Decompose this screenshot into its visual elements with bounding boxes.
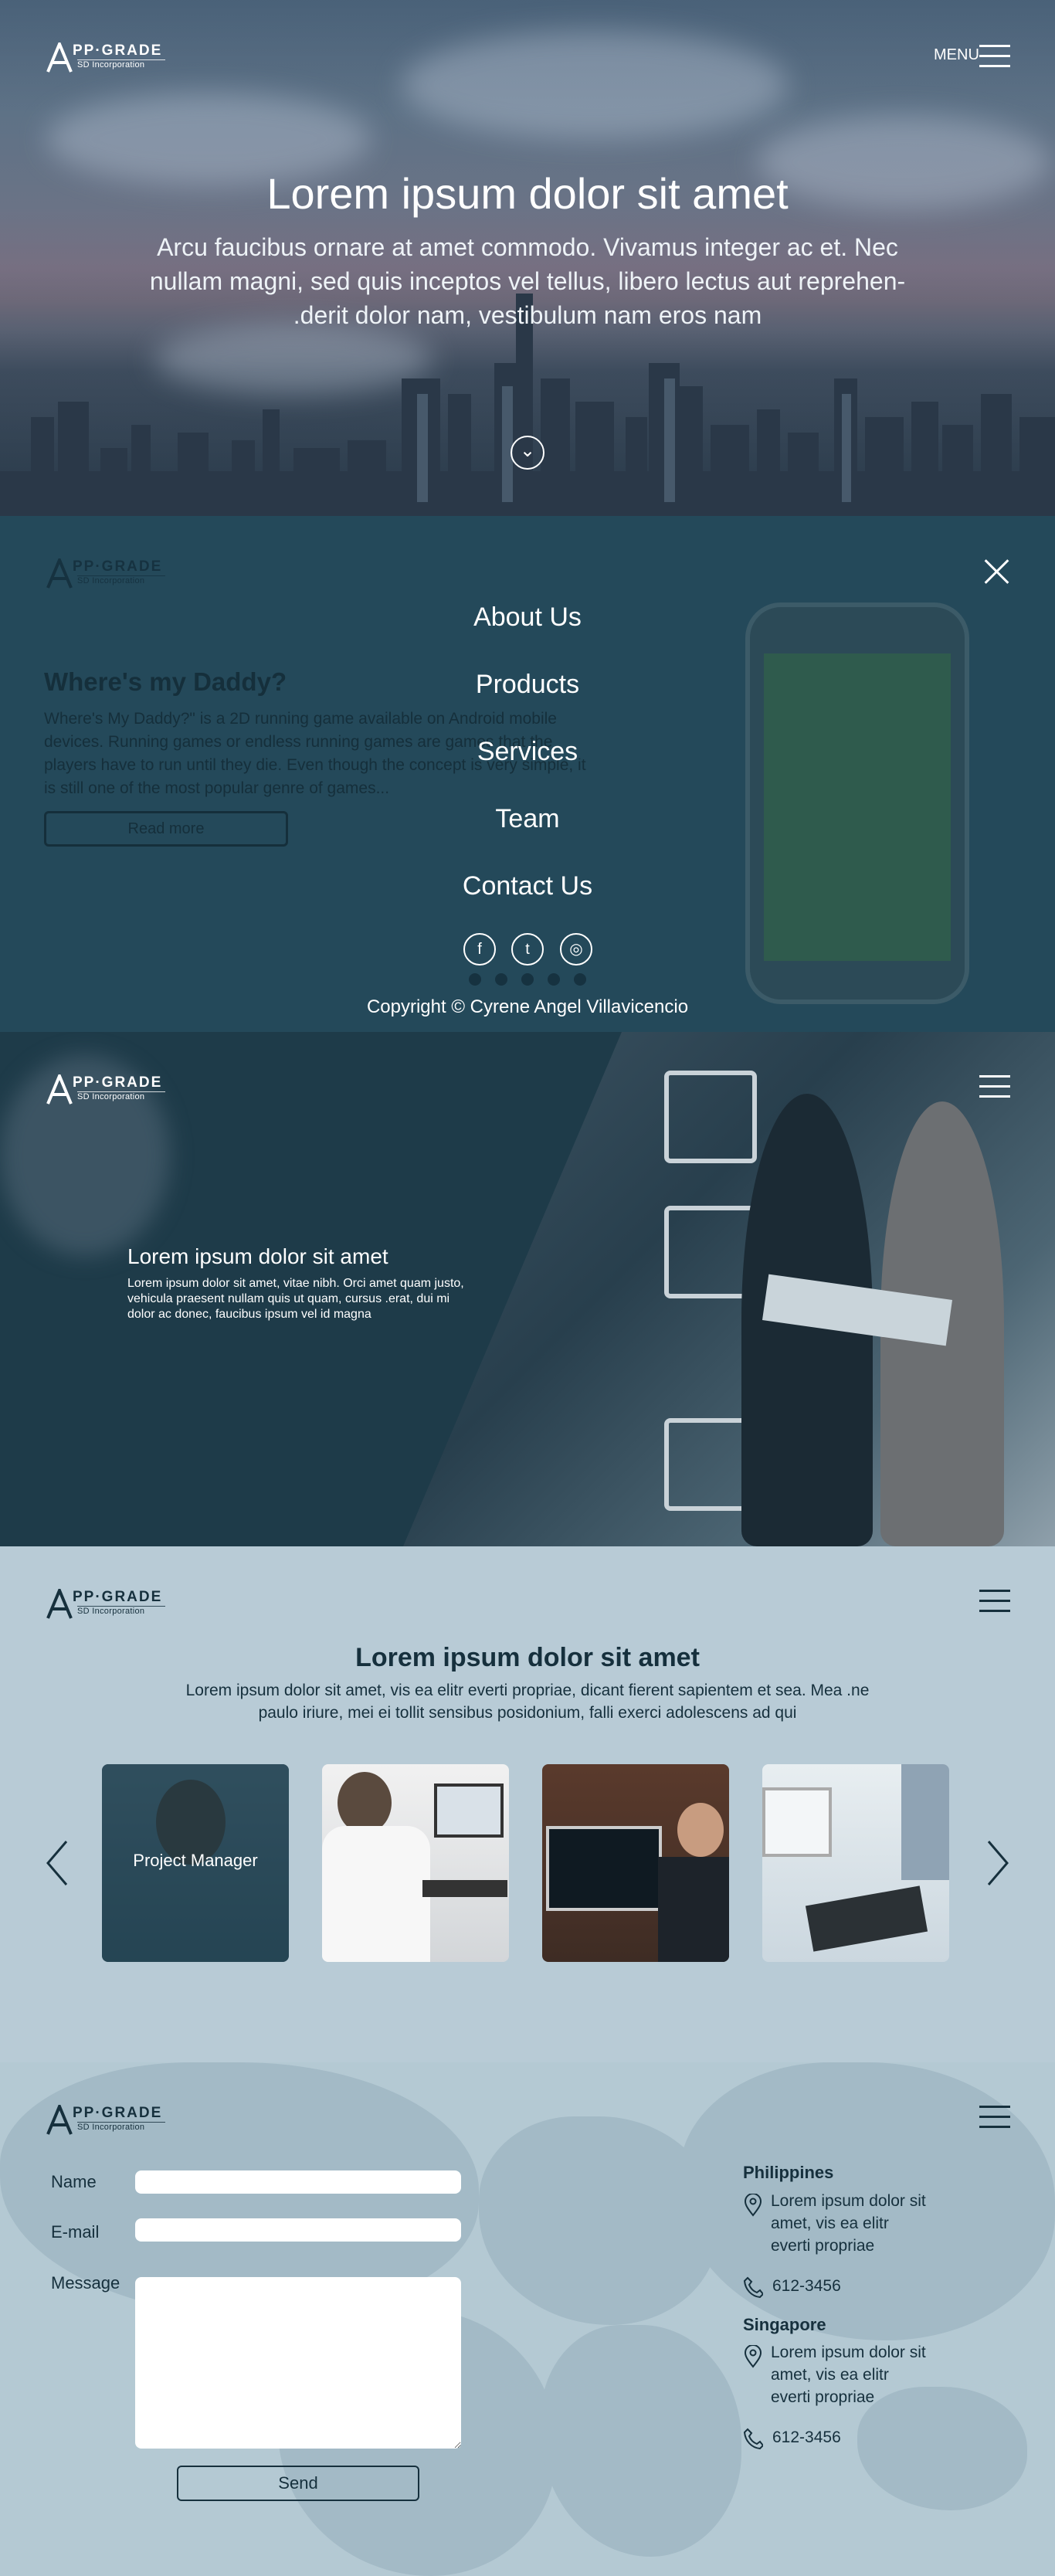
office-address: Lorem ipsum dolor sit amet, vis ea elitr… [771,2344,926,2406]
name-label: Name [51,2172,97,2191]
logo-brand-text: PP·GRADE [73,1074,163,1091]
world-map-decoration [479,2116,718,2325]
nav-team[interactable]: Team [0,804,1055,834]
hero-lead-text: Arcu faucibus ornare at amet commodo. Vi… [149,233,906,329]
logo-a-icon [46,1589,73,1619]
nav-contact-us[interactable]: Contact Us [0,871,1055,901]
logo-subtitle: SD Incorporation [77,1607,145,1616]
team-card[interactable] [542,1764,729,1962]
close-icon[interactable] [983,558,1009,585]
logo-a-icon [46,558,73,589]
app-grade-logo[interactable]: PP·GRADE SD Incorporation [46,1074,170,1108]
send-button[interactable]: Send [177,2466,419,2501]
person-head-image [338,1772,392,1834]
location-pin-icon [744,2194,762,2217]
carousel-dot[interactable] [469,973,481,986]
person-head-image [677,1803,724,1857]
team-card[interactable] [762,1764,949,1962]
office-address: Lorem ipsum dolor sit amet, vis ea elitr… [771,2192,926,2255]
chevron-right-icon[interactable] [985,1840,1010,1886]
logo-subtitle: SD Incorporation [77,2123,145,2132]
app-grade-logo[interactable]: PP·GRADE SD Incorporation [46,42,170,76]
phone-icon [743,2428,763,2450]
hero-title: Lorem ipsum dolor sit amet [266,169,789,218]
app-grade-logo[interactable]: PP·GRADE SD Incorporation [46,1589,170,1623]
hero-section: PP·GRADE SD Incorporation MENU Lorem ips… [0,0,1055,516]
scroll-down-button[interactable]: ⌄ [511,436,544,470]
hamburger-menu-icon[interactable] [979,45,1010,68]
person-image [901,1764,949,1880]
carousel-dot[interactable] [521,973,534,986]
logo-brand-text: PP·GRADE [73,1589,163,1605]
logo-brand-text: PP·GRADE [73,2105,163,2121]
chevron-left-icon[interactable] [45,1840,70,1886]
nav-about-us[interactable]: About Us [0,602,1055,633]
logo-subtitle: SD Incorporation [77,60,145,70]
nav-services[interactable]: Services [0,737,1055,767]
message-label: Message [51,2273,120,2293]
logo-brand-text: PP·GRADE [73,558,163,575]
logo-a-icon [46,2105,73,2135]
carousel-dot[interactable] [548,973,560,986]
location-pin-icon [744,2345,762,2368]
team-card[interactable]: Project Manager [102,1764,289,1962]
checkbox-drawing-icon [664,1071,757,1163]
logo-subtitle: SD Incorporation [77,1092,145,1101]
world-map-decoration [541,2325,741,2557]
business-text: Lorem ipsum dolor sit amet, vitae nibh. … [127,1277,464,1321]
team-card[interactable] [322,1764,509,1962]
phone-mockup-image [745,602,969,1004]
name-field[interactable] [135,2170,461,2194]
hamburger-menu-icon[interactable] [979,1075,1010,1098]
logo-a-icon [46,42,73,73]
office-city: Philippines [743,2163,834,2182]
app-grade-logo[interactable]: PP·GRADE SD Incorporation [46,2105,170,2139]
cloud-decoration [402,31,788,139]
carousel-dot[interactable] [574,973,586,986]
logo-brand-text: PP·GRADE [73,42,163,59]
team-description: Lorem ipsum dolor sit amet, vis ea elitr… [185,1682,870,1722]
business-section: PP·GRADE SD Incorporation Lorem ipsum do… [0,1032,1055,1546]
chevron-down-icon: ⌄ [520,440,536,461]
menu-overlay-section: PP·GRADE SD Incorporation Where's my Dad… [0,516,1055,1032]
hamburger-menu-icon[interactable] [979,2106,1010,2129]
team-card-caption: Project Manager [133,1851,258,1870]
monitor-image [546,1826,662,1911]
person-body-image [322,1826,430,1962]
carousel-dot[interactable] [495,973,507,986]
person-body-image [658,1857,729,1962]
logo-a-icon [46,1074,73,1105]
office-city: Singapore [743,2315,826,2334]
team-section: PP·GRADE SD Incorporation Lorem ipsum do… [0,1546,1055,2062]
nav-products[interactable]: Products [0,670,1055,700]
laptop-image [762,1787,832,1857]
facebook-icon[interactable]: f [463,933,496,966]
message-field[interactable] [135,2277,461,2449]
team-title: Lorem ipsum dolor sit amet [355,1643,700,1672]
menu-label[interactable]: MENU [934,46,979,64]
hamburger-menu-icon[interactable] [979,1590,1010,1613]
twitter-icon[interactable]: t [511,933,544,966]
copyright-text: Copyright © Cyrene Angel Villavicencio [366,996,689,1017]
monitor-image [434,1784,504,1838]
logo-subtitle: SD Incorporation [77,576,145,585]
tablet-image [805,1885,928,1952]
office-phone: 612-3456 [772,2428,841,2446]
business-title: Lorem ipsum dolor sit amet [127,1244,388,1268]
office-phone: 612-3456 [772,2277,841,2295]
email-label: E-mail [51,2222,100,2242]
instagram-icon[interactable]: ◎ [560,933,592,966]
keyboard-image [422,1880,507,1897]
contact-section: PP·GRADE SD Incorporation Name E-mail Me… [0,2062,1055,2576]
app-grade-logo-ghost: PP·GRADE SD Incorporation [46,558,170,592]
email-field[interactable] [135,2218,461,2242]
phone-icon [743,2276,763,2299]
